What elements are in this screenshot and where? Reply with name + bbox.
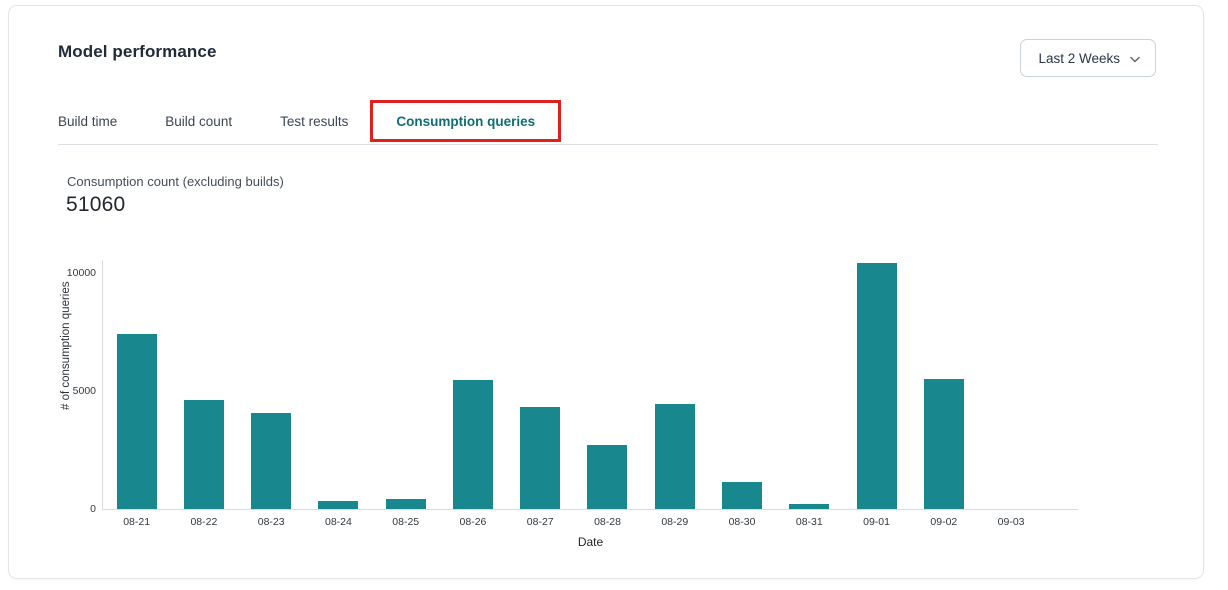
- bar-08-28[interactable]: [587, 445, 627, 509]
- y-tick-label: 0: [52, 504, 96, 515]
- tab-label: Build time: [58, 114, 117, 129]
- bar-slot: 08-31: [776, 260, 843, 509]
- y-axis-title: # of consumption queries: [60, 360, 72, 410]
- bar-slot: 08-23: [238, 260, 305, 509]
- bar-08-23[interactable]: [251, 413, 291, 509]
- date-range-value: Last 2 Weeks: [1038, 51, 1120, 66]
- x-tick-label: 08-28: [574, 516, 641, 528]
- y-tick-label: 10000: [52, 268, 96, 279]
- bar-slot: 08-29: [641, 260, 708, 509]
- bar-slot: 08-26: [439, 260, 506, 509]
- bar-slot: 08-25: [372, 260, 439, 509]
- bar-08-25[interactable]: [386, 499, 426, 509]
- date-range-dropdown[interactable]: Last 2 Weeks: [1020, 39, 1156, 77]
- bar-slot: 08-24: [305, 260, 372, 509]
- bar-slot: 09-02: [910, 260, 977, 509]
- bar-08-31[interactable]: [789, 504, 829, 509]
- x-tick-label: 09-01: [843, 516, 910, 528]
- x-tick-label: 09-03: [977, 516, 1044, 528]
- tab-test-results[interactable]: Test results: [280, 114, 348, 129]
- bar-slot: 08-30: [708, 260, 775, 509]
- tab-bar: Build time Build count Test results Cons…: [58, 101, 535, 142]
- page-title: Model performance: [58, 42, 217, 62]
- x-tick-label: 08-25: [372, 516, 439, 528]
- bar-09-02[interactable]: [924, 379, 964, 510]
- y-tick-label: 5000: [52, 386, 96, 397]
- x-tick-label: 08-21: [103, 516, 170, 528]
- tab-label: Build count: [165, 114, 232, 129]
- tab-divider: [58, 144, 1158, 145]
- x-tick-label: 08-26: [439, 516, 506, 528]
- x-tick-label: 08-30: [708, 516, 775, 528]
- tab-build-time[interactable]: Build time: [58, 114, 117, 129]
- x-tick-label: 08-27: [507, 516, 574, 528]
- x-tick-label: 08-22: [170, 516, 237, 528]
- tab-label: Test results: [280, 114, 348, 129]
- metric-value: 51060: [66, 193, 125, 217]
- tab-build-count[interactable]: Build count: [165, 114, 232, 129]
- bar-slot: 09-01: [843, 260, 910, 509]
- bar-slot: 08-27: [507, 260, 574, 509]
- bar-08-26[interactable]: [453, 380, 493, 509]
- chevron-down-icon: [1130, 56, 1140, 63]
- metric-label: Consumption count (excluding builds): [67, 174, 284, 189]
- bar-08-29[interactable]: [655, 404, 695, 509]
- x-tick-label: 08-29: [641, 516, 708, 528]
- tab-label: Consumption queries: [396, 114, 535, 129]
- x-tick-label: 09-02: [910, 516, 977, 528]
- x-axis-title: Date: [103, 535, 1078, 549]
- bar-slot: 08-21: [103, 260, 170, 509]
- x-tick-label: 08-24: [305, 516, 372, 528]
- plot-area: # of consumption queries 08-2108-2208-23…: [102, 260, 1078, 510]
- x-tick-label: 08-23: [238, 516, 305, 528]
- bar-08-27[interactable]: [520, 407, 560, 509]
- bar-slot: 08-22: [170, 260, 237, 509]
- bar-08-21[interactable]: [117, 334, 157, 509]
- model-performance-card: Model performance Last 2 Weeks Build tim…: [8, 5, 1204, 579]
- bar-08-30[interactable]: [722, 482, 762, 509]
- x-tick-label: 08-31: [776, 516, 843, 528]
- bar-09-01[interactable]: [857, 263, 897, 509]
- bar-08-24[interactable]: [318, 501, 358, 509]
- tab-consumption-queries[interactable]: Consumption queries: [396, 114, 535, 129]
- bars-row: 08-2108-2208-2308-2408-2508-2608-2708-28…: [103, 260, 1045, 509]
- bar-08-22[interactable]: [184, 400, 224, 509]
- bar-slot: 08-28: [574, 260, 641, 509]
- bar-slot: 09-03: [977, 260, 1044, 509]
